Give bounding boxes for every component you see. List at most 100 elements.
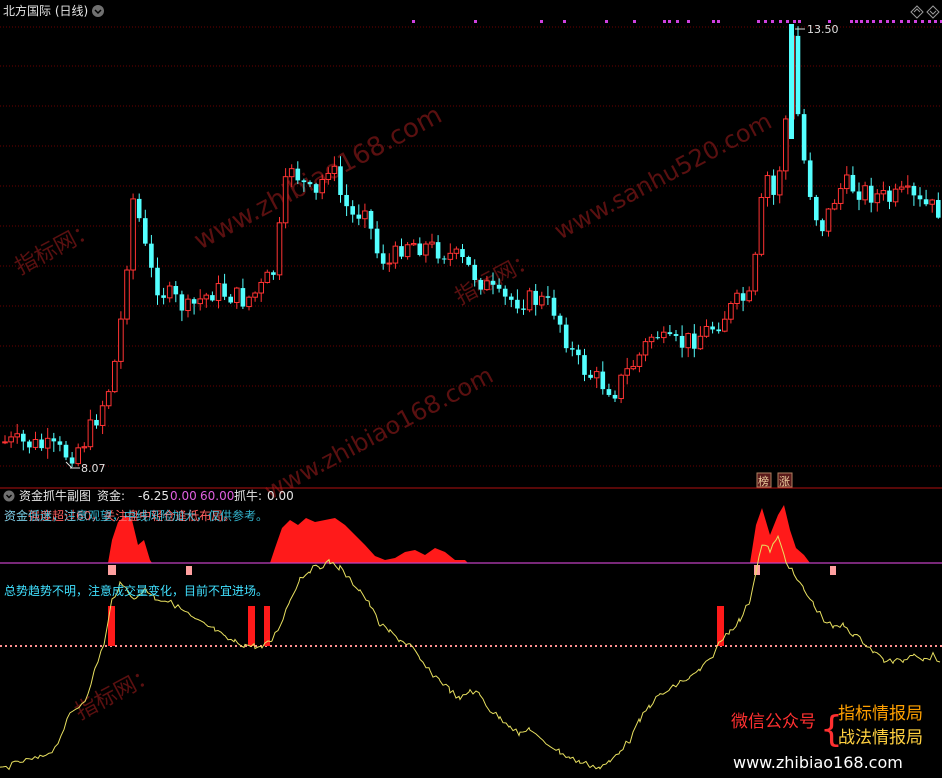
candle-body-down bbox=[606, 389, 612, 395]
candle-body-down bbox=[344, 194, 349, 207]
signal-dot bbox=[668, 20, 671, 23]
candle-body-up bbox=[764, 175, 771, 198]
candle-body-down bbox=[179, 294, 185, 311]
signal-dot bbox=[663, 20, 666, 23]
candle-body-up bbox=[703, 325, 710, 337]
candle-body-up bbox=[447, 252, 454, 260]
candle-body-up bbox=[105, 391, 112, 407]
candle-body-up bbox=[392, 245, 399, 264]
candle-body-up bbox=[825, 208, 832, 232]
candle-body-up bbox=[264, 271, 271, 283]
collapse-icon[interactable] bbox=[92, 5, 104, 17]
signal-dot bbox=[793, 20, 796, 23]
candle-body-up bbox=[624, 368, 631, 376]
candle-body-up bbox=[325, 172, 332, 180]
catch-label: 抓牛: bbox=[234, 488, 262, 503]
signal-dot bbox=[928, 20, 931, 23]
overlap-text-2: 资金低迷，注意观望，中线风险加大，仅供参考。 bbox=[4, 508, 268, 523]
scroll-up-icon[interactable] bbox=[910, 5, 924, 19]
signal-dot bbox=[860, 20, 863, 23]
candle-body-down bbox=[911, 185, 917, 196]
candle-body-up bbox=[44, 437, 51, 449]
candle-body-up bbox=[776, 170, 783, 196]
candle-body-down bbox=[612, 394, 618, 399]
candle-body-down bbox=[399, 246, 404, 257]
promo-line2: 战法情报局 bbox=[838, 728, 923, 748]
candle-body-down bbox=[667, 332, 673, 335]
candle-body-up bbox=[87, 419, 94, 448]
signal-dot bbox=[900, 20, 903, 23]
candle-body-up bbox=[648, 336, 655, 343]
candle-body-up bbox=[112, 360, 118, 393]
signal-dot bbox=[633, 20, 636, 23]
signal-dot bbox=[934, 20, 937, 23]
candle-body-down bbox=[21, 433, 26, 442]
candle-body-up bbox=[234, 287, 240, 304]
candle-body-up bbox=[539, 295, 545, 306]
candle-body-up bbox=[185, 298, 191, 312]
low-label: 8.07 bbox=[81, 462, 106, 475]
signal-dot bbox=[866, 20, 869, 23]
candle-body-up bbox=[642, 341, 649, 356]
candle-body-up bbox=[282, 176, 289, 224]
candle-body-up bbox=[215, 283, 222, 301]
candle-body-up bbox=[905, 185, 911, 188]
candle-body-up bbox=[929, 199, 936, 205]
candle-body-down bbox=[155, 267, 160, 296]
watermark-text: www.zhibiao168.com bbox=[260, 361, 498, 505]
candle-body-down bbox=[173, 285, 179, 295]
fund-value: -6.25 bbox=[138, 489, 169, 503]
candle-body-up bbox=[2, 441, 8, 444]
candle-body-down bbox=[69, 457, 75, 464]
sixty-value: 60.00 bbox=[200, 489, 234, 503]
candle-body-down bbox=[716, 329, 721, 332]
candle-body-up bbox=[386, 262, 393, 265]
candle-body-down bbox=[356, 214, 362, 219]
watermark-text: www.zhibiao168.com bbox=[189, 100, 447, 256]
high-marker: 13.50 bbox=[795, 23, 839, 36]
candle-body-down bbox=[240, 288, 246, 307]
candle-body-up bbox=[246, 296, 252, 308]
candle-body-up bbox=[722, 318, 728, 332]
candle-body-up bbox=[837, 188, 844, 204]
candle-body-up bbox=[746, 290, 753, 302]
signal-dot bbox=[474, 20, 477, 23]
signal-dot bbox=[907, 20, 910, 23]
candle-body-down bbox=[795, 35, 801, 115]
promo-url: www.zhibiao168.com bbox=[733, 753, 903, 772]
candle-body-up bbox=[99, 405, 106, 426]
candle-body-down bbox=[917, 195, 923, 200]
candle-body-down bbox=[563, 324, 569, 349]
candle-body-up bbox=[166, 285, 173, 299]
candle-body-up bbox=[258, 281, 264, 294]
candle-body-down bbox=[417, 243, 423, 256]
badge-zhang: 涨 bbox=[777, 472, 793, 488]
candle-body-up bbox=[331, 165, 338, 174]
candle-body-down bbox=[490, 280, 496, 285]
pink-marker bbox=[186, 566, 192, 575]
candle-body-down bbox=[515, 299, 520, 309]
badge-bang: 榜 bbox=[756, 472, 772, 488]
candle-body-up bbox=[319, 178, 325, 194]
candle-body-down bbox=[63, 444, 69, 458]
candle-body-down bbox=[380, 253, 386, 264]
candle-body-down bbox=[801, 114, 807, 161]
scroll-down-icon[interactable] bbox=[926, 5, 940, 19]
candle-body-up bbox=[8, 436, 14, 443]
candle-body-down bbox=[149, 243, 154, 268]
candle-body-down bbox=[368, 210, 374, 229]
signal-dots bbox=[412, 20, 942, 23]
candle-body-up bbox=[197, 298, 203, 305]
candle-body-down bbox=[521, 308, 526, 310]
candle-body-down bbox=[576, 349, 581, 356]
candle-body-down bbox=[936, 199, 941, 218]
sub-collapse-icon[interactable] bbox=[3, 490, 15, 502]
catch-bar bbox=[264, 606, 270, 646]
candle-body-down bbox=[551, 297, 557, 316]
candle-body-down bbox=[374, 228, 380, 254]
candle-body-up bbox=[276, 222, 283, 276]
signal-dot bbox=[886, 20, 889, 23]
window-title: 北方国际 (日线) bbox=[3, 3, 88, 18]
chart-window: www.zhibiao168.com 指标网： www.sanhu520.com 指标… bbox=[0, 0, 942, 778]
candle-body-down bbox=[222, 283, 227, 297]
